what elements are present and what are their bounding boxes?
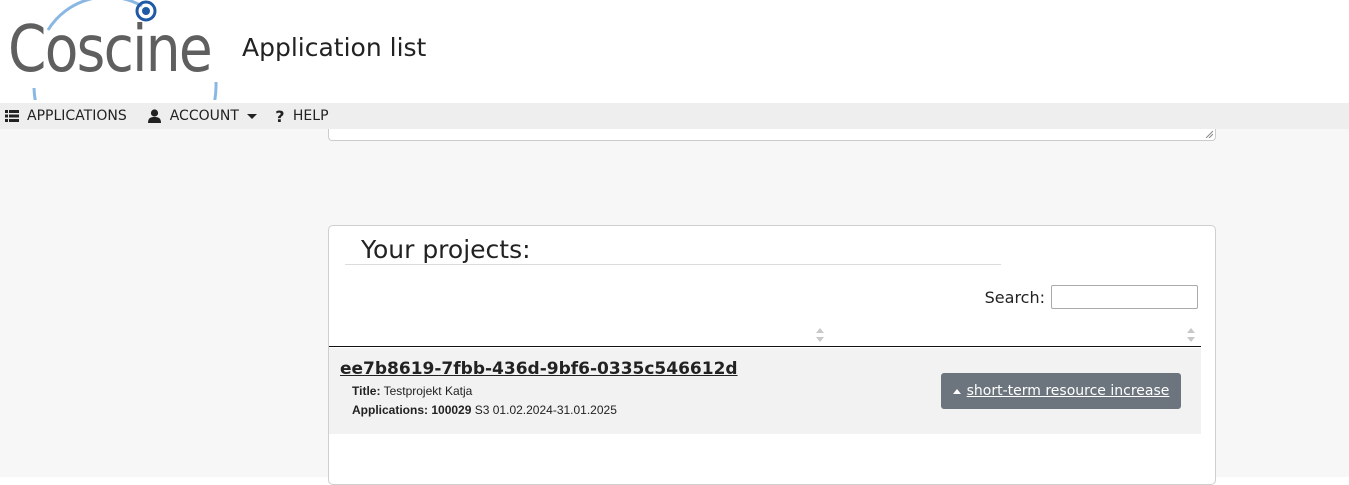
applications-label: Applications:	[352, 403, 429, 417]
applications-detail: S3 01.02.2024-31.01.2025	[474, 403, 617, 417]
table-row: ee7b8619-7fbb-436d-9bf6-0335c546612d Tit…	[329, 348, 1201, 434]
page-title: Application list	[242, 33, 427, 62]
list-icon	[4, 108, 20, 124]
main-nav: APPLICATIONS ACCOUNT ? HELP	[0, 103, 1349, 129]
nav-item-applications[interactable]: APPLICATIONS	[4, 103, 127, 129]
nav-item-account[interactable]: ACCOUNT	[147, 103, 257, 129]
main-content: Your projects: Search: ee7b8619-7fbb-436…	[0, 129, 1349, 485]
project-title-line: Title: Testprojekt Katja	[352, 384, 472, 398]
coscine-logo[interactable]: Coscine	[4, 0, 224, 100]
header: Coscine Application list	[0, 0, 1349, 103]
nav-item-help[interactable]: ? HELP	[274, 103, 329, 129]
caret-up-icon	[952, 388, 961, 394]
table-header	[329, 322, 1201, 347]
search-label: Search:	[984, 287, 1045, 307]
question-icon: ?	[275, 106, 285, 126]
panel-title-text: Your projects:	[361, 235, 531, 264]
title-value: Testprojekt Katja	[383, 384, 473, 398]
project-id-link[interactable]: ee7b8619-7fbb-436d-9bf6-0335c546612d	[340, 359, 738, 379]
sort-icon[interactable]	[815, 327, 825, 343]
title-label: Title:	[352, 384, 381, 398]
chevron-down-icon	[246, 113, 257, 119]
button-label: short-term resource increase	[966, 383, 1170, 399]
projects-panel: Your projects: Search: ee7b8619-7fbb-436…	[328, 225, 1216, 485]
nav-label-applications: APPLICATIONS	[27, 108, 127, 124]
short-term-increase-button[interactable]: short-term resource increase	[941, 373, 1181, 409]
user-icon	[147, 108, 163, 124]
nav-label-help: HELP	[292, 108, 329, 124]
resize-grip-icon[interactable]	[1205, 130, 1213, 138]
search-area: Search:	[985, 285, 1198, 309]
comment-textarea[interactable]	[328, 129, 1216, 141]
panel-title: Your projects:	[345, 234, 1001, 265]
nav-label-account: ACCOUNT	[169, 108, 239, 124]
search-input[interactable]	[1051, 285, 1198, 309]
applications-number: 100029	[431, 403, 472, 417]
project-applications-line: Applications: 100029 S3 01.02.2024-31.01…	[352, 403, 617, 417]
logo-text: Coscine	[8, 13, 213, 87]
sort-icon[interactable]	[1186, 327, 1196, 343]
